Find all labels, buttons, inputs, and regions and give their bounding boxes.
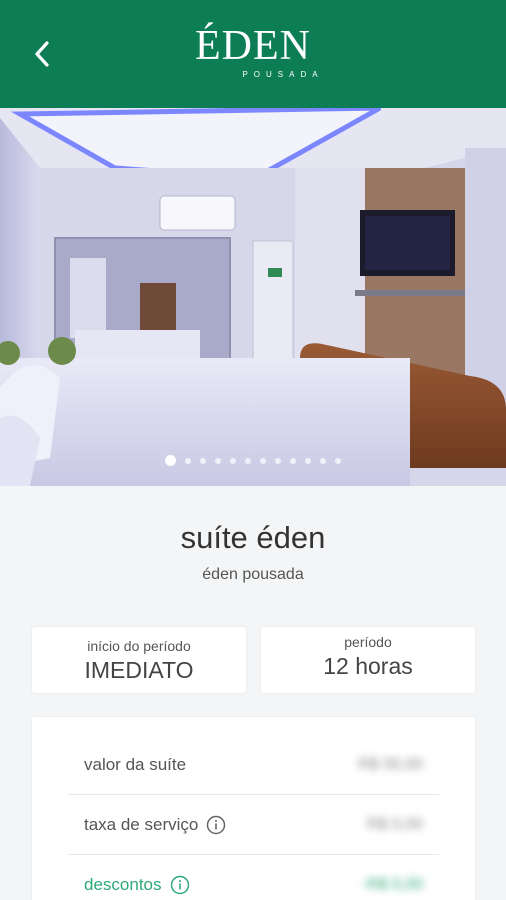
gallery-dot[interactable] <box>200 457 206 464</box>
logo-wordmark: ÉDEN <box>195 23 311 69</box>
app-header: ÉDEN POUSADA <box>0 0 506 108</box>
period-duration-label: período <box>344 634 392 650</box>
gallery-dot[interactable] <box>185 457 191 464</box>
info-circle-icon[interactable] <box>206 815 226 835</box>
period-start-label: início do período <box>87 638 191 654</box>
service-fee-label: taxa de serviço <box>84 814 199 834</box>
gallery-pagination <box>0 455 506 466</box>
suite-photo-gallery[interactable] <box>0 108 506 486</box>
period-duration-value: 12 horas <box>323 653 413 679</box>
suite-price-value: R$ 00,00 <box>358 755 423 773</box>
service-fee-value: R$ 0,00 <box>366 815 423 833</box>
period-start-selector[interactable]: início do período IMEDIATO <box>31 626 247 694</box>
discounts-value: -R$ 0,00 <box>361 876 423 893</box>
gallery-dot-active[interactable] <box>165 455 176 466</box>
gallery-dot[interactable] <box>260 457 266 464</box>
gallery-dot[interactable] <box>290 457 296 464</box>
suite-price-label: valor da suíte <box>84 754 187 774</box>
brand-logo: ÉDEN POUSADA <box>0 24 506 79</box>
gallery-dot[interactable] <box>245 457 251 464</box>
period-duration-selector[interactable]: período 12 horas <box>260 626 476 694</box>
period-start-value: IMEDIATO <box>84 657 194 683</box>
suite-name: suíte éden <box>180 520 326 555</box>
gallery-dot[interactable] <box>335 457 341 464</box>
gallery-dot[interactable] <box>275 457 281 464</box>
venue-name: éden pousada <box>202 566 304 583</box>
discounts-label-group: descontos <box>68 875 190 895</box>
price-breakdown-card: valor da suíte R$ 00,00 taxa de serviço … <box>31 716 476 900</box>
service-fee-label-group: taxa de serviço <box>68 815 226 835</box>
price-row-service-fee: taxa de serviço R$ 0,00 <box>68 795 439 855</box>
gallery-dot[interactable] <box>305 457 311 464</box>
gallery-dot[interactable] <box>215 457 221 464</box>
logo-tagline: POUSADA <box>242 70 324 79</box>
info-circle-icon[interactable] <box>170 875 190 895</box>
price-row-suite: valor da suíte R$ 00,00 <box>68 735 439 795</box>
price-row-discounts: descontos -R$ 0,00 <box>68 855 439 900</box>
gallery-dot[interactable] <box>230 457 236 464</box>
gallery-dot[interactable] <box>320 457 326 464</box>
suite-photo <box>0 108 506 486</box>
discounts-label: descontos <box>84 875 162 894</box>
